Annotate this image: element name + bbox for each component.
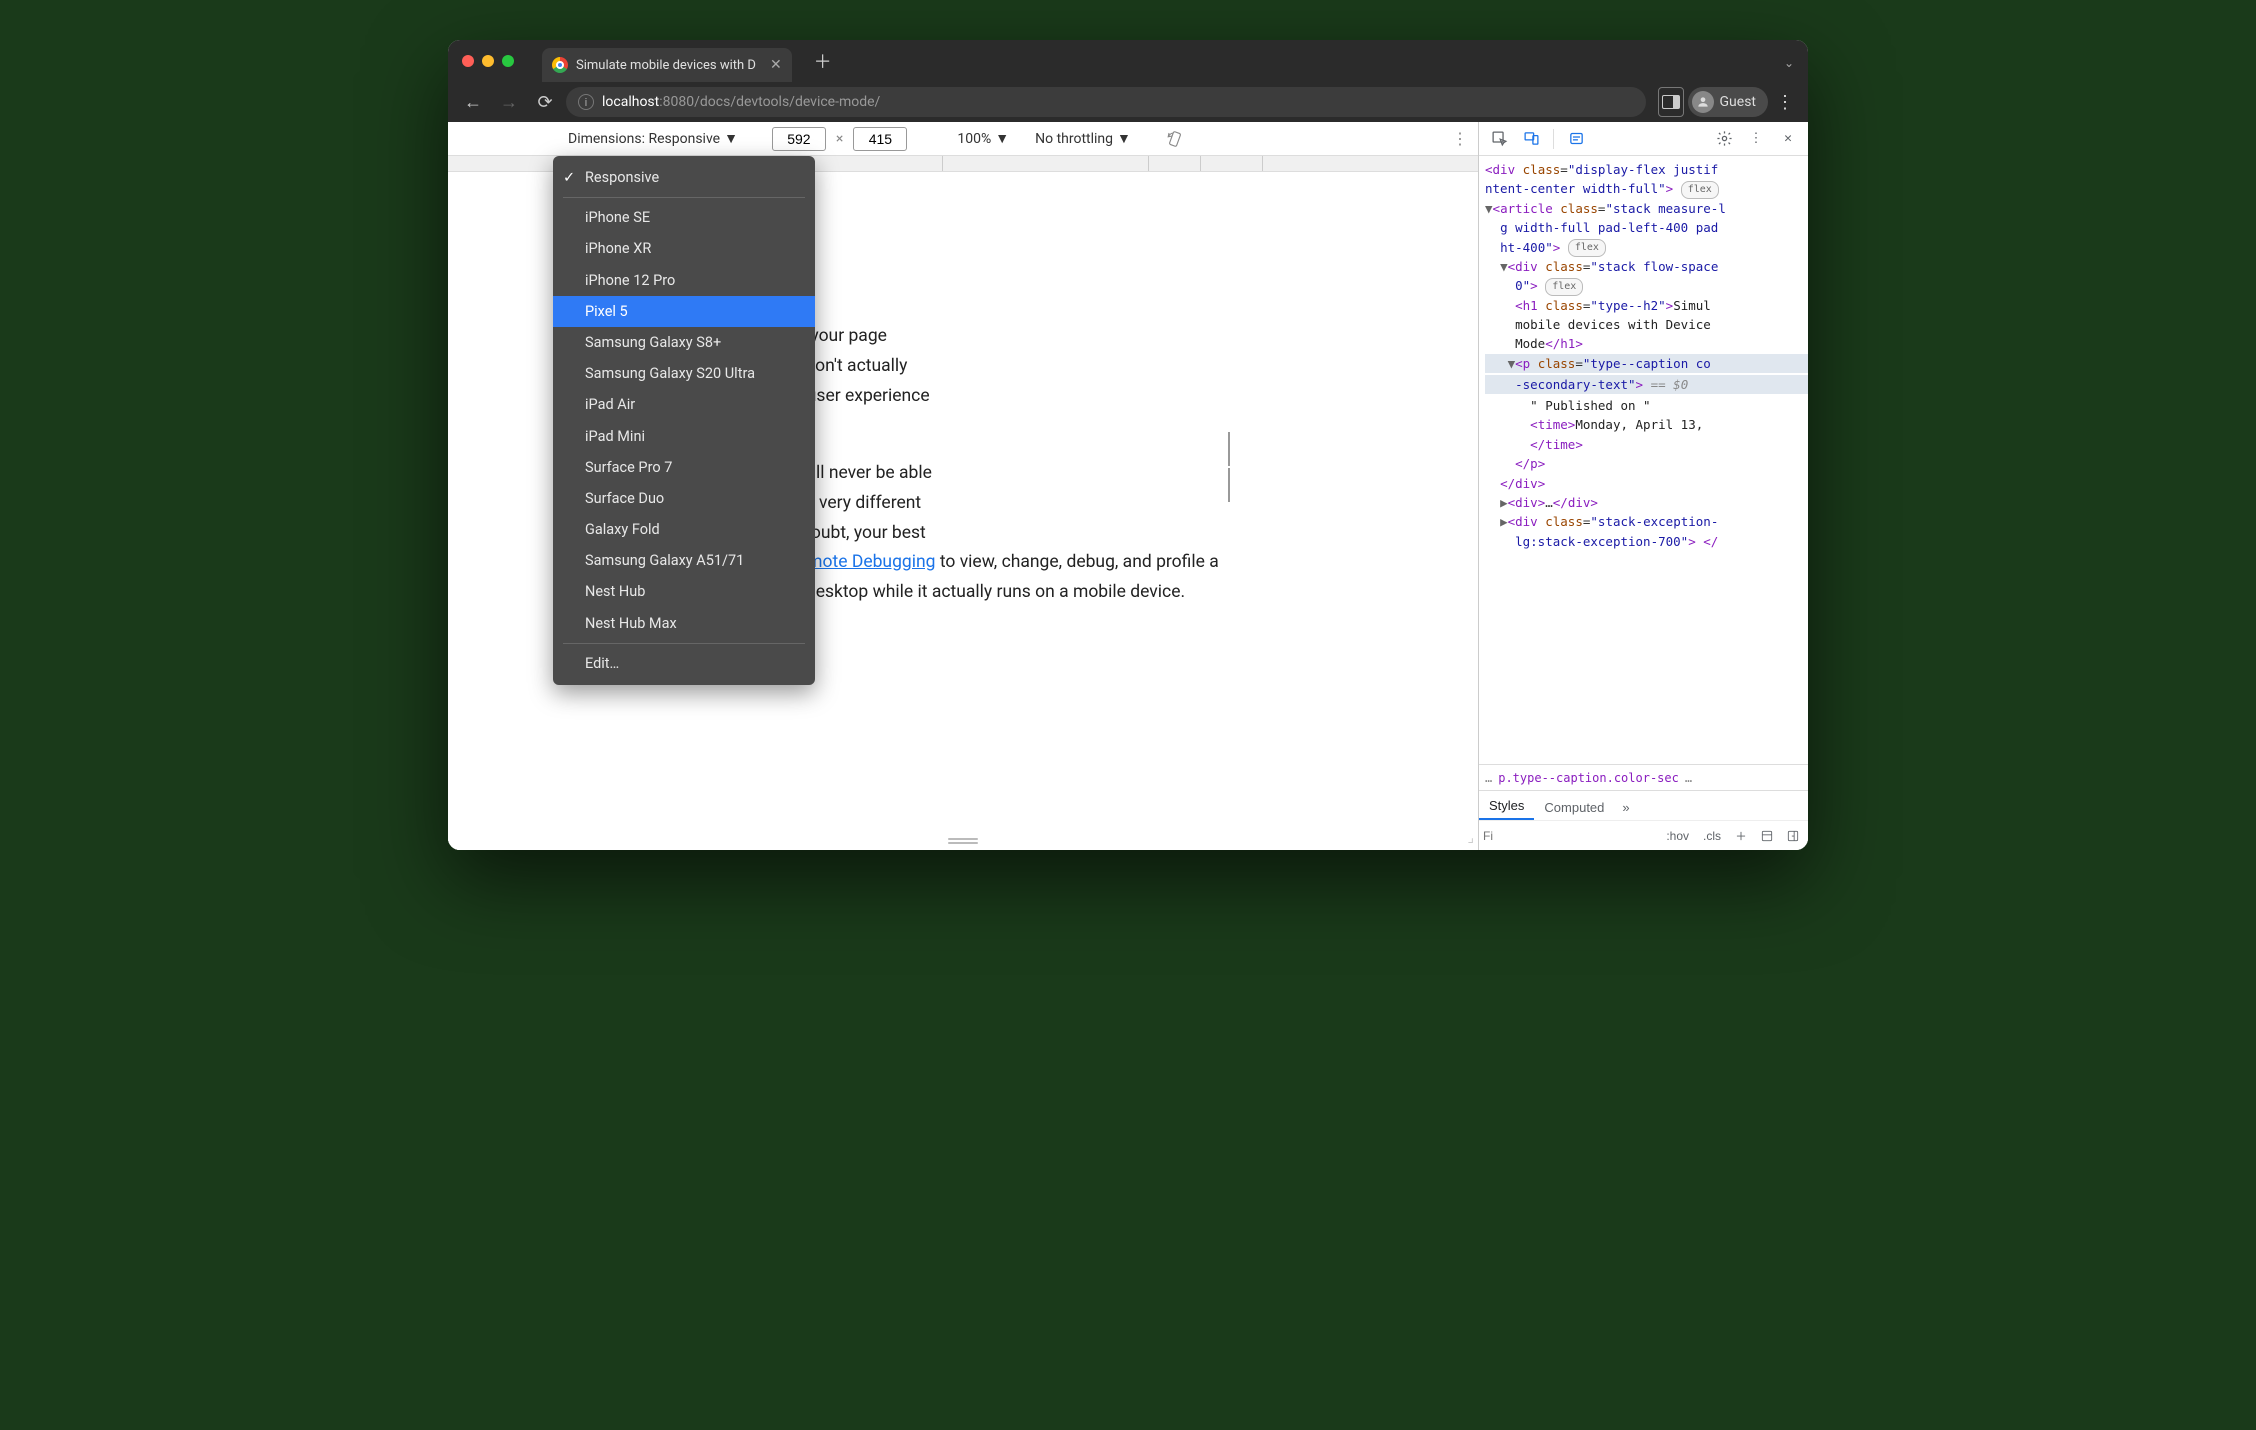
devtools-panel: ⋮ ✕ <div class="display-flex justif nten…: [1478, 122, 1808, 850]
chrome-icon: [552, 57, 568, 73]
tab-computed[interactable]: Computed: [1534, 795, 1614, 820]
titlebar: Simulate mobile devices with D ✕ ＋ ⌄: [448, 40, 1808, 82]
device-option-pixel-5[interactable]: Pixel 5: [553, 296, 815, 327]
chevron-down-icon: ▼: [995, 130, 1009, 147]
profile-button[interactable]: Guest: [1688, 87, 1768, 117]
address-bar: ← → ⟳ i localhost:8080/docs/devtools/dev…: [448, 82, 1808, 122]
guest-label: Guest: [1720, 94, 1756, 110]
reload-button[interactable]: ⟳: [530, 87, 560, 117]
device-panel: Dimensions: Responsive ▼ × 100% ▼ No thr…: [448, 122, 1478, 850]
settings-button[interactable]: [1710, 126, 1738, 152]
dimension-separator: ×: [836, 131, 843, 147]
elements-tab-icon[interactable]: [1562, 126, 1590, 152]
device-option-iphone-xr[interactable]: iPhone XR: [553, 233, 815, 264]
height-input[interactable]: [853, 127, 907, 151]
device-dropdown-menu: Responsive iPhone SE iPhone XR iPhone 12…: [553, 156, 815, 685]
styles-filter-input[interactable]: [1483, 829, 1507, 843]
vertical-resize-handle[interactable]: [1226, 432, 1232, 502]
device-option-ipad-air[interactable]: iPad Air: [553, 389, 815, 420]
url-text: localhost:8080/docs/devtools/device-mode…: [602, 94, 880, 110]
site-info-icon[interactable]: i: [578, 94, 594, 110]
device-option-surface-duo[interactable]: Surface Duo: [553, 483, 815, 514]
breadcrumb-more[interactable]: …: [1685, 771, 1692, 785]
device-option-nest-hub-max[interactable]: Nest Hub Max: [553, 608, 815, 639]
computed-sidebar-toggle[interactable]: [1756, 829, 1778, 843]
back-button[interactable]: ←: [458, 87, 488, 117]
chevron-down-icon: ▼: [724, 130, 738, 147]
tab-styles[interactable]: Styles: [1479, 793, 1534, 820]
breadcrumb-selected[interactable]: p.type--caption.color-sec: [1498, 771, 1679, 785]
close-tab-button[interactable]: ✕: [770, 57, 782, 73]
close-window-button[interactable]: [462, 55, 474, 67]
horizontal-resize-handle[interactable]: [948, 838, 978, 844]
tab-title: Simulate mobile devices with D: [576, 58, 756, 73]
device-option-iphone-se[interactable]: iPhone SE: [553, 202, 815, 233]
throttling-label: No throttling: [1035, 131, 1113, 147]
zoom-label: 100%: [957, 131, 991, 147]
device-option-galaxy-s8[interactable]: Samsung Galaxy S8+: [553, 327, 815, 358]
menu-separator: [563, 197, 805, 198]
device-option-responsive[interactable]: Responsive: [553, 162, 815, 193]
new-tab-button[interactable]: ＋: [814, 48, 832, 74]
tabs-overflow[interactable]: »: [1614, 795, 1637, 820]
avatar-icon: [1692, 91, 1714, 113]
traffic-lights: [462, 55, 514, 67]
device-toggle-button[interactable]: [1517, 126, 1545, 152]
width-input[interactable]: [772, 127, 826, 151]
dom-tree[interactable]: <div class="display-flex justif ntent-ce…: [1479, 156, 1808, 764]
zoom-dropdown[interactable]: 100% ▼: [957, 130, 1009, 147]
url-field[interactable]: i localhost:8080/docs/devtools/device-mo…: [566, 87, 1646, 117]
rotate-button[interactable]: [1165, 129, 1185, 149]
styles-tabs: Styles Computed »: [1479, 790, 1808, 820]
browser-menu-button[interactable]: ⋮: [1772, 87, 1798, 117]
device-option-iphone-12-pro[interactable]: iPhone 12 Pro: [553, 265, 815, 296]
browser-window: Simulate mobile devices with D ✕ ＋ ⌄ ← →…: [448, 40, 1808, 850]
dimensions-label: Dimensions: Responsive: [568, 131, 720, 147]
device-option-ipad-mini[interactable]: iPad Mini: [553, 421, 815, 452]
devtools-menu-button[interactable]: ⋮: [1742, 126, 1770, 152]
breadcrumb-more[interactable]: …: [1485, 771, 1492, 785]
inspect-element-button[interactable]: [1485, 126, 1513, 152]
corner-resize-handle[interactable]: ⌟: [1467, 830, 1474, 846]
throttling-dropdown[interactable]: No throttling ▼: [1035, 130, 1131, 147]
dom-breadcrumb[interactable]: … p.type--caption.color-sec …: [1479, 764, 1808, 790]
rendering-panel-toggle[interactable]: [1782, 829, 1804, 843]
hov-toggle[interactable]: :hov: [1661, 827, 1694, 845]
device-option-nest-hub[interactable]: Nest Hub: [553, 576, 815, 607]
device-option-edit[interactable]: Edit…: [553, 648, 815, 679]
cls-toggle[interactable]: .cls: [1698, 827, 1726, 845]
devtools-toolbar: ⋮ ✕: [1479, 122, 1808, 156]
maximize-window-button[interactable]: [502, 55, 514, 67]
dimensions-dropdown[interactable]: Dimensions: Responsive ▼: [568, 130, 738, 147]
forward-button[interactable]: →: [494, 87, 524, 117]
tabs-menu-button[interactable]: ⌄: [1784, 52, 1794, 71]
minimize-window-button[interactable]: [482, 55, 494, 67]
device-option-galaxy-fold[interactable]: Galaxy Fold: [553, 514, 815, 545]
browser-tab[interactable]: Simulate mobile devices with D ✕: [542, 48, 792, 82]
device-option-surface-pro-7[interactable]: Surface Pro 7: [553, 452, 815, 483]
content-row: Dimensions: Responsive ▼ × 100% ▼ No thr…: [448, 122, 1808, 850]
new-style-rule-button[interactable]: [1730, 829, 1752, 843]
device-option-galaxy-a51-71[interactable]: Samsung Galaxy A51/71: [553, 545, 815, 576]
styles-toolbar: :hov .cls: [1479, 820, 1808, 850]
chevron-down-icon: ▼: [1117, 130, 1131, 147]
device-toolbar: Dimensions: Responsive ▼ × 100% ▼ No thr…: [448, 122, 1478, 156]
device-option-galaxy-s20-ultra[interactable]: Samsung Galaxy S20 Ultra: [553, 358, 815, 389]
devtools-close-button[interactable]: ✕: [1774, 126, 1802, 152]
device-toolbar-menu[interactable]: ⋮: [1452, 129, 1468, 148]
menu-separator: [563, 643, 805, 644]
side-panel-toggle[interactable]: [1658, 87, 1684, 117]
